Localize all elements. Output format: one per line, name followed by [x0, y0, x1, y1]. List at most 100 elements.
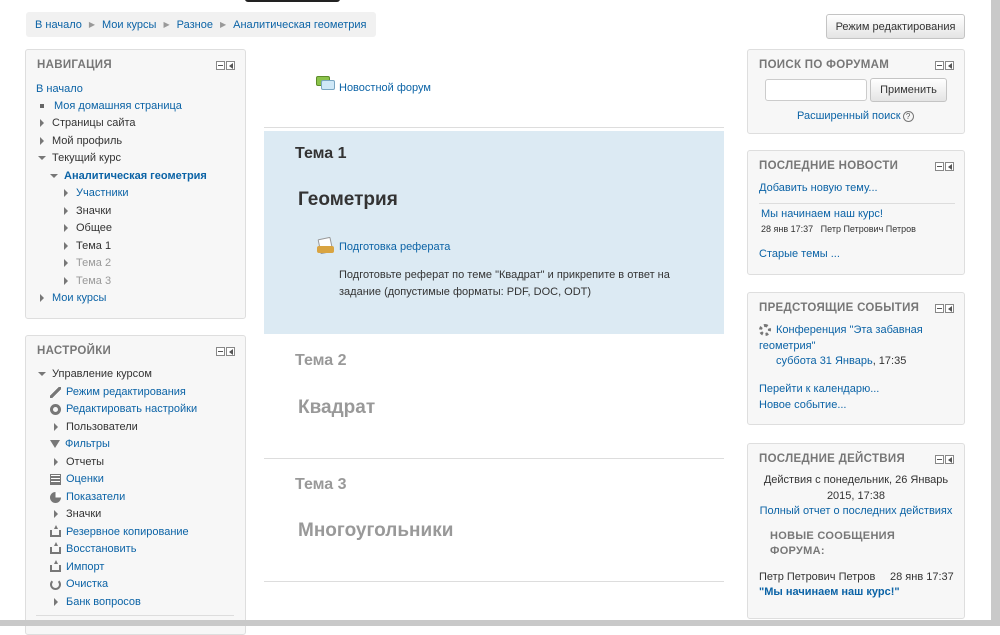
nav-item-label[interactable]: Моя домашняя страница [54, 100, 182, 112]
event-link-continued[interactable]: геометрия" [759, 340, 815, 352]
divider [759, 203, 955, 204]
nav-home-link[interactable]: В начало [36, 83, 83, 95]
event-time: , 17:35 [872, 355, 907, 367]
settings-outcomes[interactable]: Показатели [50, 491, 125, 503]
breadcrumb-home[interactable]: В начало [35, 19, 82, 31]
nav-item-topic-1[interactable]: Тема 1 [64, 240, 111, 252]
advanced-search-link[interactable]: Расширенный поиск [797, 110, 901, 122]
section-topic-2: Тема 2 Квадрат [264, 334, 724, 458]
minimize-icon[interactable] [935, 304, 944, 313]
dock-icon[interactable] [945, 304, 954, 313]
settings-import[interactable]: Импорт [50, 560, 104, 573]
restore-icon [50, 542, 61, 554]
settings-reset[interactable]: Очистка [50, 578, 108, 590]
settings-grades[interactable]: Оценки [50, 473, 104, 485]
settings-filters[interactable]: Фильтры [50, 438, 110, 450]
dock-icon[interactable] [226, 347, 235, 356]
settings-reports[interactable]: Отчеты [54, 456, 104, 468]
minimize-icon[interactable] [935, 455, 944, 464]
goto-calendar-link[interactable]: Перейти к календарю... [759, 383, 879, 395]
nav-item-label[interactable]: Участники [76, 187, 129, 199]
divider [264, 127, 724, 128]
nav-item-course[interactable]: Аналитическая геометрия [50, 170, 207, 182]
settings-edit-settings[interactable]: Редактировать настройки [50, 403, 197, 415]
recent-post-link[interactable]: "Мы начинаем наш курс!" [759, 586, 900, 598]
settings-restore[interactable]: Восстановить [50, 542, 136, 555]
nav-item-dashboard[interactable]: Моя домашняя страница [40, 100, 182, 112]
post-time: 28 янв 17:37 [890, 571, 954, 583]
breadcrumb-separator-icon: ▶ [219, 20, 227, 29]
settings-item-label[interactable]: Банк вопросов [66, 596, 141, 608]
settings-block: НАСТРОЙКИ Управление курсом Режим редакт… [25, 335, 246, 635]
collapsed-arrow-icon [64, 189, 68, 197]
news-post-meta: 28 янв 17:37 Петр Петрович Петров [761, 224, 916, 234]
nav-item-participants[interactable]: Участники [64, 187, 129, 199]
settings-item-label[interactable]: Режим редактирования [66, 386, 186, 398]
settings-item-label[interactable]: Показатели [66, 491, 125, 503]
nav-item-label[interactable]: Аналитическая геометрия [64, 170, 207, 182]
edit-mode-button[interactable]: Режим редактирования [826, 14, 965, 39]
settings-question-bank[interactable]: Банк вопросов [54, 596, 141, 608]
assignment-link[interactable]: Подготовка реферата [339, 241, 450, 253]
settings-item-label[interactable]: Очистка [66, 578, 108, 590]
full-report-link[interactable]: Полный отчет о последних действиях [748, 505, 964, 517]
expanded-arrow-icon [50, 174, 58, 178]
news-forum-link[interactable]: Новостной форум [339, 82, 431, 94]
assignment-icon [317, 236, 334, 255]
collapsed-arrow-icon [64, 259, 68, 267]
settings-item-label[interactable]: Восстановить [66, 543, 136, 555]
apply-search-button[interactable]: Применить [870, 78, 947, 102]
minimize-icon[interactable] [216, 347, 225, 356]
event-date: суббота 31 Январь, 17:35 [776, 355, 906, 367]
collapsed-arrow-icon [54, 510, 58, 518]
filter-icon [50, 440, 60, 448]
settings-item-label[interactable]: Резервное копирование [66, 526, 189, 538]
gear-icon [50, 403, 61, 415]
event-link[interactable]: Конференция "Эта забавная [776, 324, 923, 336]
forum-icon [316, 76, 335, 91]
nav-item-topic-3[interactable]: Тема 3 [64, 275, 111, 287]
help-icon[interactable]: ? [902, 110, 914, 122]
expanded-arrow-icon [38, 156, 46, 160]
nav-item-label: Значки [76, 205, 112, 217]
nav-item-my-profile[interactable]: Мой профиль [40, 135, 122, 147]
nav-item-badges[interactable]: Значки [64, 205, 111, 217]
old-topics-link[interactable]: Старые темы ... [759, 248, 840, 260]
add-topic-link[interactable]: Добавить новую тему... [759, 182, 878, 194]
nav-item-current-course[interactable]: Текущий курс [38, 152, 121, 164]
minimize-icon[interactable] [935, 162, 944, 171]
settings-item-label[interactable]: Фильтры [65, 438, 110, 450]
minimize-icon[interactable] [216, 61, 225, 70]
news-post-link[interactable]: Мы начинаем наш курс! [761, 208, 883, 220]
nav-item-label[interactable]: Мои курсы [52, 292, 106, 304]
settings-edit-mode[interactable]: Режим редактирования [50, 386, 186, 398]
dock-icon[interactable] [945, 162, 954, 171]
breadcrumb-misc[interactable]: Разное [177, 19, 213, 31]
event-item[interactable]: Конференция "Эта забавная [759, 324, 923, 336]
dock-icon[interactable] [945, 455, 954, 464]
nav-item-site-pages[interactable]: Страницы сайта [40, 117, 136, 129]
advanced-search[interactable]: Расширенный поиск ? [797, 110, 914, 122]
assignment-description: Подготовьте реферат по теме "Квадрат" и … [339, 269, 670, 298]
nav-item-topic-2[interactable]: Тема 2 [64, 257, 111, 269]
nav-item-general[interactable]: Общее [64, 222, 112, 234]
dock-icon[interactable] [945, 61, 954, 70]
divider [264, 581, 724, 582]
settings-backup[interactable]: Резервное копирование [50, 525, 189, 538]
settings-item-label[interactable]: Оценки [66, 473, 104, 485]
new-event-link[interactable]: Новое событие... [759, 399, 847, 411]
collapsed-arrow-icon [40, 119, 44, 127]
breadcrumb-my-courses[interactable]: Мои курсы [102, 19, 156, 31]
breadcrumb-course[interactable]: Аналитическая геометрия [233, 19, 366, 31]
settings-course-admin[interactable]: Управление курсом [38, 368, 152, 380]
settings-users[interactable]: Пользователи [54, 421, 138, 433]
minimize-icon[interactable] [935, 61, 944, 70]
dock-icon[interactable] [226, 61, 235, 70]
settings-item-label[interactable]: Редактировать настройки [66, 403, 197, 415]
settings-item-label[interactable]: Импорт [66, 561, 104, 573]
event-date-link[interactable]: суббота 31 Январь [776, 355, 873, 367]
settings-badges[interactable]: Значки [54, 508, 101, 520]
nav-item-my-courses[interactable]: Мои курсы [40, 292, 106, 304]
breadcrumb: В начало ▶ Мои курсы ▶ Разное ▶ Аналитич… [26, 12, 376, 37]
forum-search-input[interactable] [765, 79, 867, 101]
